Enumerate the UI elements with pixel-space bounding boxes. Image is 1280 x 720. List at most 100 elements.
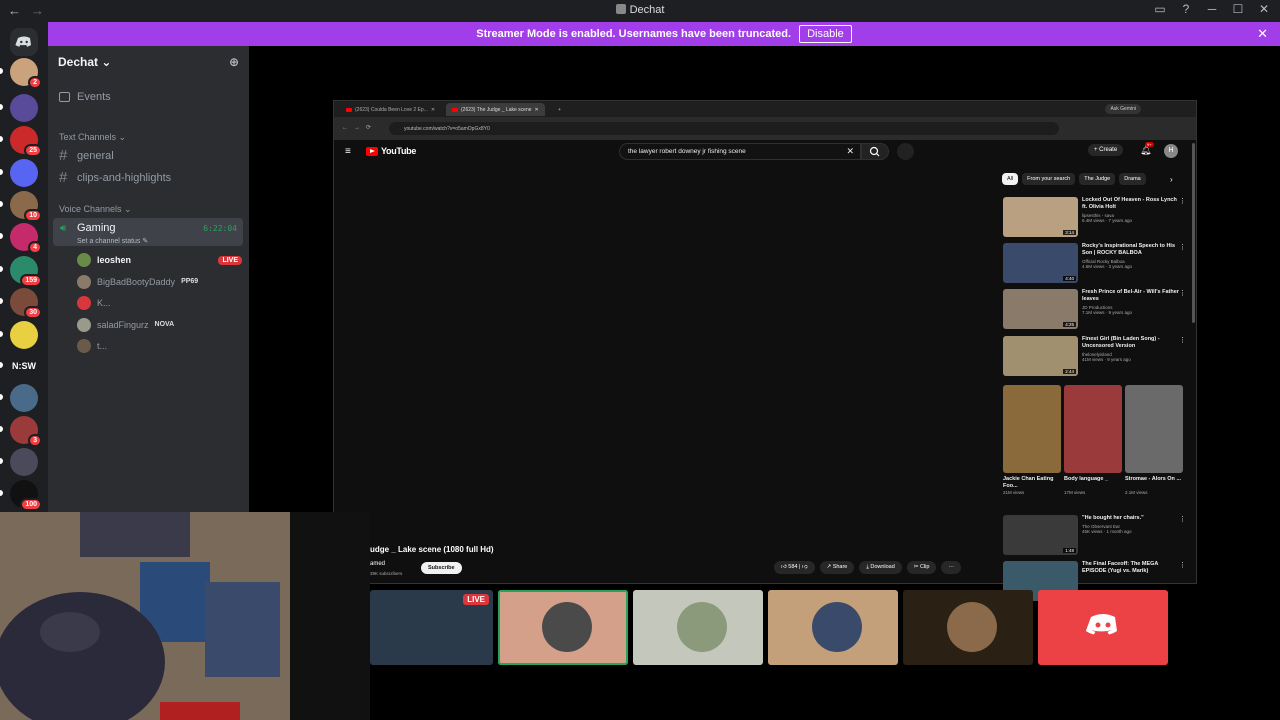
short-item[interactable]: Jackie Chan Eating Foo... 21M views [1003,385,1061,495]
short-title[interactable]: Jackie Chan Eating Foo... [1003,476,1061,490]
invite-people-icon[interactable]: ⊕ [229,55,239,69]
voice-channel-gaming[interactable]: 🔊︎ Gaming Set a channel status ✎ 6:22:04 [53,218,243,246]
video-title[interactable]: Rocky's Inspirational Speech to His Son … [1082,243,1180,257]
server-12-icon[interactable]: 3 [10,416,42,447]
download-button[interactable]: ⤓ Download [859,561,902,574]
server-7-icon[interactable]: 159 [10,256,42,287]
user-tile-4[interactable] [903,590,1033,665]
chevron-right-icon[interactable]: › [1170,175,1173,184]
recommended-video[interactable]: 3:14 Locked Out Of Heaven - Ross Lynch ft… [1003,197,1186,237]
video-thumbnail[interactable]: 4:25 [1003,289,1078,329]
filter-chip[interactable]: The Judge [1079,173,1116,185]
video-title[interactable]: "He bought her chairs." [1082,515,1180,522]
recommended-video[interactable]: 4:40 Rocky's Inspirational Speech to His … [1003,243,1186,283]
short-title[interactable]: Body language _ [1064,476,1122,490]
server-avatar-1-icon[interactable]: 2 [10,58,42,89]
video-title[interactable]: Fresh Prince of Bel-Air - Will's Father … [1082,289,1180,303]
create-button[interactable]: + Create [1088,144,1124,156]
server-nsw-icon[interactable]: N:SW [10,352,38,380]
video-title[interactable]: Finest Girl (Bin Laden Song) - Uncensore… [1082,336,1180,350]
server-amd-icon[interactable]: 100 [10,480,42,511]
browser-tab-1[interactable]: (2623) Coulda Been Love 2 Ep... ✕ [340,103,441,116]
video-title[interactable]: The Final Faceoff: The MEGA EPISODE (Yug… [1082,561,1180,575]
like-button[interactable]: 👍︎ 584 | 👎︎ [774,561,815,574]
notifications-icon[interactable]: 🔔︎ 9+ [1140,142,1154,156]
more-options-icon[interactable]: ⋮ [1179,243,1186,251]
video-thumbnail[interactable]: 3:14 [1003,197,1078,237]
server-header[interactable]: Dechat ⌄ ⊕ [48,46,249,78]
account-avatar[interactable]: H [1164,144,1178,158]
user-tile-speaking[interactable] [498,590,628,665]
filter-chip[interactable]: Drama [1119,173,1146,185]
home-button[interactable] [10,28,38,56]
filter-chip[interactable]: All [1002,173,1019,185]
server-11-icon[interactable] [10,384,38,412]
events-link[interactable]: Events [59,91,111,103]
voice-user[interactable]: t... [77,338,242,354]
inbox-icon[interactable]: ▭ [1154,2,1166,16]
disable-button[interactable]: Disable [799,25,852,43]
server-4-icon[interactable] [10,159,38,187]
short-thumbnail[interactable] [1125,385,1183,473]
close-window-icon[interactable]: ✕ [1258,2,1270,16]
voice-user[interactable]: saladFingurz NOVA [77,317,242,333]
voice-search-icon[interactable] [897,143,914,160]
streamed-browser-window[interactable]: (2623) Coulda Been Love 2 Ep... ✕ (2623)… [333,100,1197,601]
voice-user[interactable]: leoshen LIVE [77,252,242,268]
browser-nav-icons[interactable]: ←→⟳ [342,124,377,131]
recommended-video[interactable]: 4:25 Fresh Prince of Bel-Air - Will's Fat… [1003,289,1186,329]
short-item[interactable]: Stromae - Alors On ... 2.1M views [1125,385,1183,495]
more-options-icon[interactable]: ⋮ [1179,289,1186,297]
clip-button[interactable]: ✂ Clip [906,561,937,574]
user-tile-discord[interactable] [1038,590,1168,665]
youtube-logo[interactable]: YouTube [366,146,416,156]
channel-general[interactable]: # general [59,147,114,164]
recommended-video[interactable]: 2:44 Finest Girl (Bin Laden Song) - Uncen… [1003,336,1186,376]
short-item[interactable]: Body language _ 17M views [1064,385,1122,495]
channel-name[interactable]: amed [370,561,385,567]
more-actions-button[interactable]: ··· [941,561,961,574]
recommended-video[interactable]: 1:48 "He bought her chairs." The Observant… [1003,515,1186,555]
search-button[interactable] [861,143,889,160]
channel-clips-and-highlights[interactable]: # clips-and-highlights [59,169,171,186]
close-banner-icon[interactable]: ✕ [1257,26,1268,42]
server-6-icon[interactable]: 4 [10,223,42,254]
user-tile-2[interactable] [633,590,763,665]
browser-tab-2[interactable]: (2623) The Judge _ Lake scene ✕ [446,103,545,116]
more-options-icon[interactable]: ⋮ [1179,561,1186,569]
ask-gemini-button[interactable]: Ask Gemini [1105,104,1141,114]
server-8-icon[interactable]: 30 [10,288,42,319]
more-options-icon[interactable]: ⋮ [1179,515,1186,523]
video-title[interactable]: Locked Out Of Heaven - Ross Lynch ft. Ol… [1082,197,1180,211]
minimize-icon[interactable]: ─ [1206,2,1218,16]
more-options-icon[interactable]: ⋮ [1179,197,1186,205]
user-tile-3[interactable] [768,590,898,665]
short-thumbnail[interactable] [1064,385,1122,473]
maximize-icon[interactable]: ☐ [1232,2,1244,16]
address-bar[interactable]: youtube.com/watch?v=o5amOpGx8Y0 [389,122,1059,135]
new-tab-icon[interactable]: + [552,103,567,116]
more-options-icon[interactable]: ⋮ [1179,336,1186,344]
server-9-icon[interactable] [10,321,38,349]
short-title[interactable]: Stromae - Alors On ... [1125,476,1183,490]
filter-chip[interactable]: From your search [1022,173,1076,185]
voice-user[interactable]: BigBadBootyDaddy PP69 [77,274,242,290]
scrollbar[interactable] [1192,143,1195,323]
menu-icon[interactable]: ≡ [345,146,351,157]
set-channel-status[interactable]: Set a channel status ✎ [77,237,148,245]
youtube-search-input[interactable]: the lawyer robert downey jr fishing scen… [619,143,861,160]
help-icon[interactable]: ? [1180,2,1192,16]
stream-tile[interactable]: LIVE [370,590,493,665]
server-3-icon[interactable]: 25 [10,126,42,157]
category-voice-channels[interactable]: Voice Channels ⌄ [59,204,132,215]
clear-search-icon[interactable]: ✕ [846,146,854,157]
video-thumbnail[interactable]: 2:44 [1003,336,1078,376]
video-thumbnail[interactable]: 4:40 [1003,243,1078,283]
subscribe-button[interactable]: Subscribe [421,562,462,574]
share-button[interactable]: ↗ Share [819,561,855,574]
short-thumbnail[interactable] [1003,385,1061,473]
video-thumbnail[interactable]: 1:48 [1003,515,1078,555]
server-13-icon[interactable] [10,448,38,476]
category-text-channels[interactable]: Text Channels ⌄ [59,132,126,143]
server-5-icon[interactable]: 10 [10,191,42,222]
